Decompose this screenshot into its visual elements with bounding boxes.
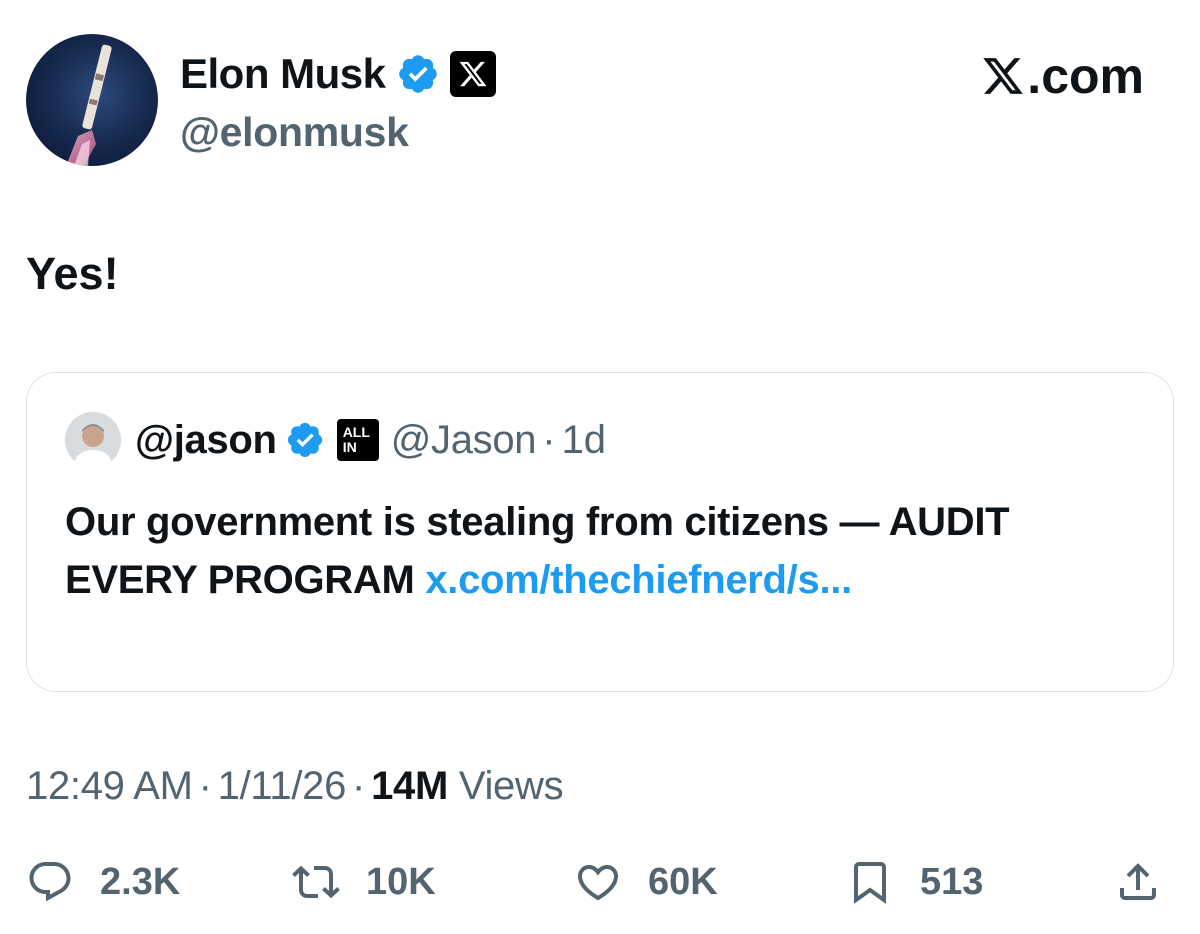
- quoted-author-name[interactable]: @jason: [135, 418, 277, 463]
- like-count: 60K: [648, 860, 718, 903]
- separator-dot: ·: [542, 417, 556, 462]
- tweet-time[interactable]: 12:49 AM: [26, 764, 193, 808]
- tweet-card: Elon Musk @elonmusk .com Yes! @jason ALL…: [0, 0, 1200, 934]
- all-in-affiliation-badge[interactable]: ALL IN: [336, 419, 379, 461]
- author-handle[interactable]: @elonmusk: [180, 108, 409, 156]
- share-icon: [1120, 863, 1156, 900]
- like-button[interactable]: 60K: [574, 852, 718, 912]
- all-in-badge-line1: ALL: [342, 424, 370, 440]
- repost-icon: [292, 865, 340, 899]
- repost-count: 10K: [366, 860, 436, 903]
- reply-icon: [29, 862, 71, 902]
- x-com-brand: .com: [981, 50, 1144, 102]
- bookmark-count: 513: [920, 860, 984, 903]
- verified-badge-icon[interactable]: [285, 420, 325, 460]
- share-button[interactable]: [1114, 852, 1162, 912]
- heart-icon: [577, 865, 619, 901]
- author-avatar[interactable]: [26, 34, 158, 166]
- person-photo: [65, 412, 121, 468]
- x-affiliation-badge[interactable]: [449, 51, 496, 97]
- brand-text: .com: [1027, 48, 1144, 104]
- repost-button[interactable]: 10K: [292, 852, 436, 912]
- tweet-text: Yes!: [26, 248, 119, 299]
- quoted-author-handle[interactable]: @Jason: [391, 418, 537, 463]
- all-in-badge-line2: IN: [342, 439, 357, 455]
- views-count: 14M: [371, 764, 448, 808]
- bookmark-icon: [854, 862, 886, 904]
- bookmark-button[interactable]: 513: [846, 852, 983, 912]
- separator-dot: ·: [352, 764, 366, 808]
- reply-button[interactable]: 2.3K: [26, 852, 180, 912]
- views-label: Views: [458, 764, 564, 808]
- separator-dot: ·: [198, 764, 212, 808]
- quoted-tweet-text: Our government is stealing from citizens…: [65, 493, 1135, 609]
- tweet-date[interactable]: 1/11/26: [218, 764, 347, 808]
- verified-badge-icon[interactable]: [396, 52, 440, 96]
- quoted-tweet[interactable]: @jason ALL IN @Jason · 1d Our government…: [26, 372, 1174, 692]
- x-logo-icon: [459, 61, 487, 87]
- author-display-name[interactable]: Elon Musk: [180, 50, 386, 98]
- quoted-tweet-header: @jason ALL IN @Jason · 1d: [65, 411, 606, 469]
- quoted-author-avatar[interactable]: [65, 412, 121, 468]
- x-logo-icon: [983, 58, 1024, 94]
- quoted-tweet-time[interactable]: 1d: [562, 418, 607, 463]
- reply-count: 2.3K: [100, 860, 181, 903]
- rocket-launch-image: [66, 44, 112, 166]
- quoted-tweet-link[interactable]: x.com/thechiefnerd/s...: [425, 558, 852, 602]
- action-bar: 2.3K 10K 60K 513: [0, 852, 1200, 912]
- author-name-row: Elon Musk: [180, 50, 496, 98]
- tweet-meta: 12:49 AM · 1/11/26 · 14M Views: [26, 760, 564, 812]
